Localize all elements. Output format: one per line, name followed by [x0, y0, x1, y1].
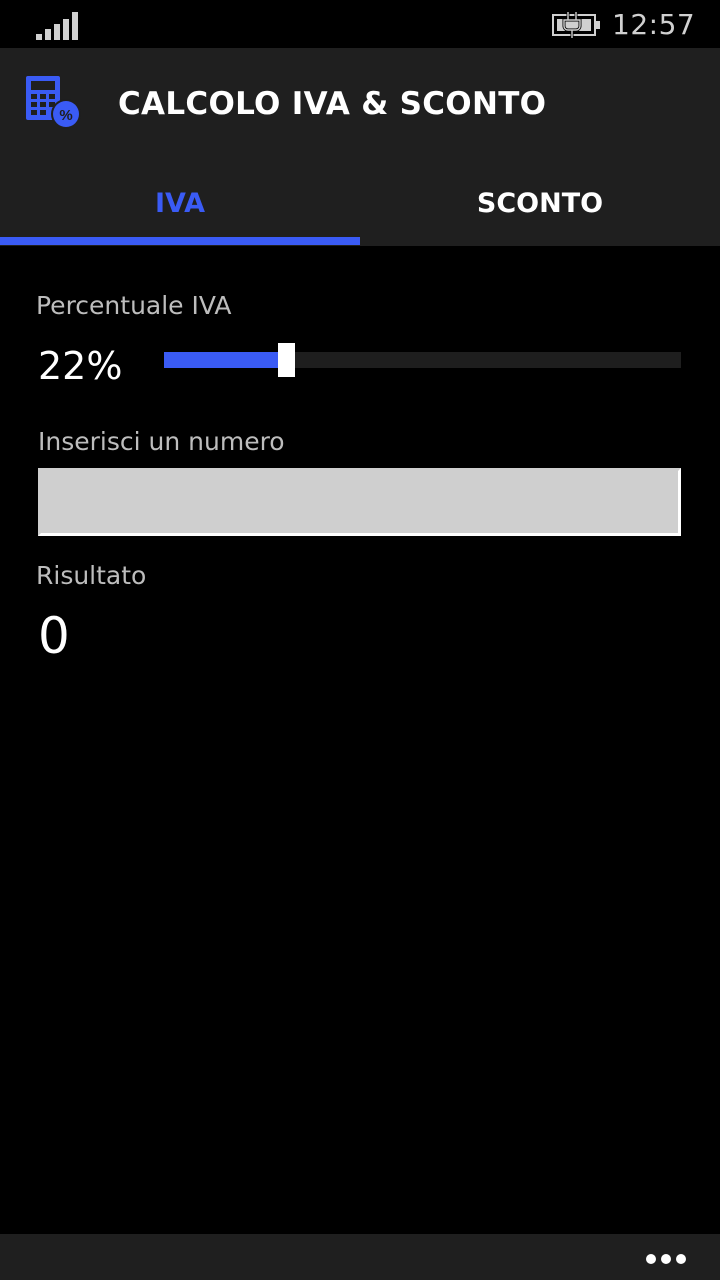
result-label: Risultato [36, 561, 147, 590]
tab-sconto[interactable]: SCONTO [360, 178, 720, 234]
tab-iva-label: IVA [154, 188, 205, 219]
status-clock: 12:57 [612, 8, 696, 41]
input-label: Inserisci un numero [38, 427, 285, 456]
percent-value: 22% [38, 344, 123, 388]
number-input[interactable] [38, 468, 681, 536]
vat-percent-slider[interactable] [164, 343, 681, 377]
ellipsis-icon[interactable] [636, 1238, 696, 1276]
slider-thumb[interactable] [278, 343, 295, 377]
app-header: % CALCOLO IVA & SCONTO IVA SCONTO [0, 48, 720, 246]
app-title: CALCOLO IVA & SCONTO [118, 86, 547, 122]
result-value: 0 [38, 607, 70, 665]
selected-tab-indicator [0, 237, 360, 245]
tab-sconto-label: SCONTO [476, 188, 604, 219]
signal-strength-icon [36, 12, 80, 40]
battery-charging-icon [552, 12, 600, 38]
percent-label: Percentuale IVA [36, 291, 232, 320]
status-bar: 12:57 [0, 0, 720, 48]
calculator-percent-icon: % [26, 76, 81, 129]
tab-iva[interactable]: IVA [0, 178, 360, 234]
slider-fill [164, 352, 278, 368]
svg-text:%: % [59, 107, 72, 124]
iva-panel: Percentuale IVA 22% Inserisci un numero … [0, 246, 720, 1234]
app-bar [0, 1234, 720, 1280]
